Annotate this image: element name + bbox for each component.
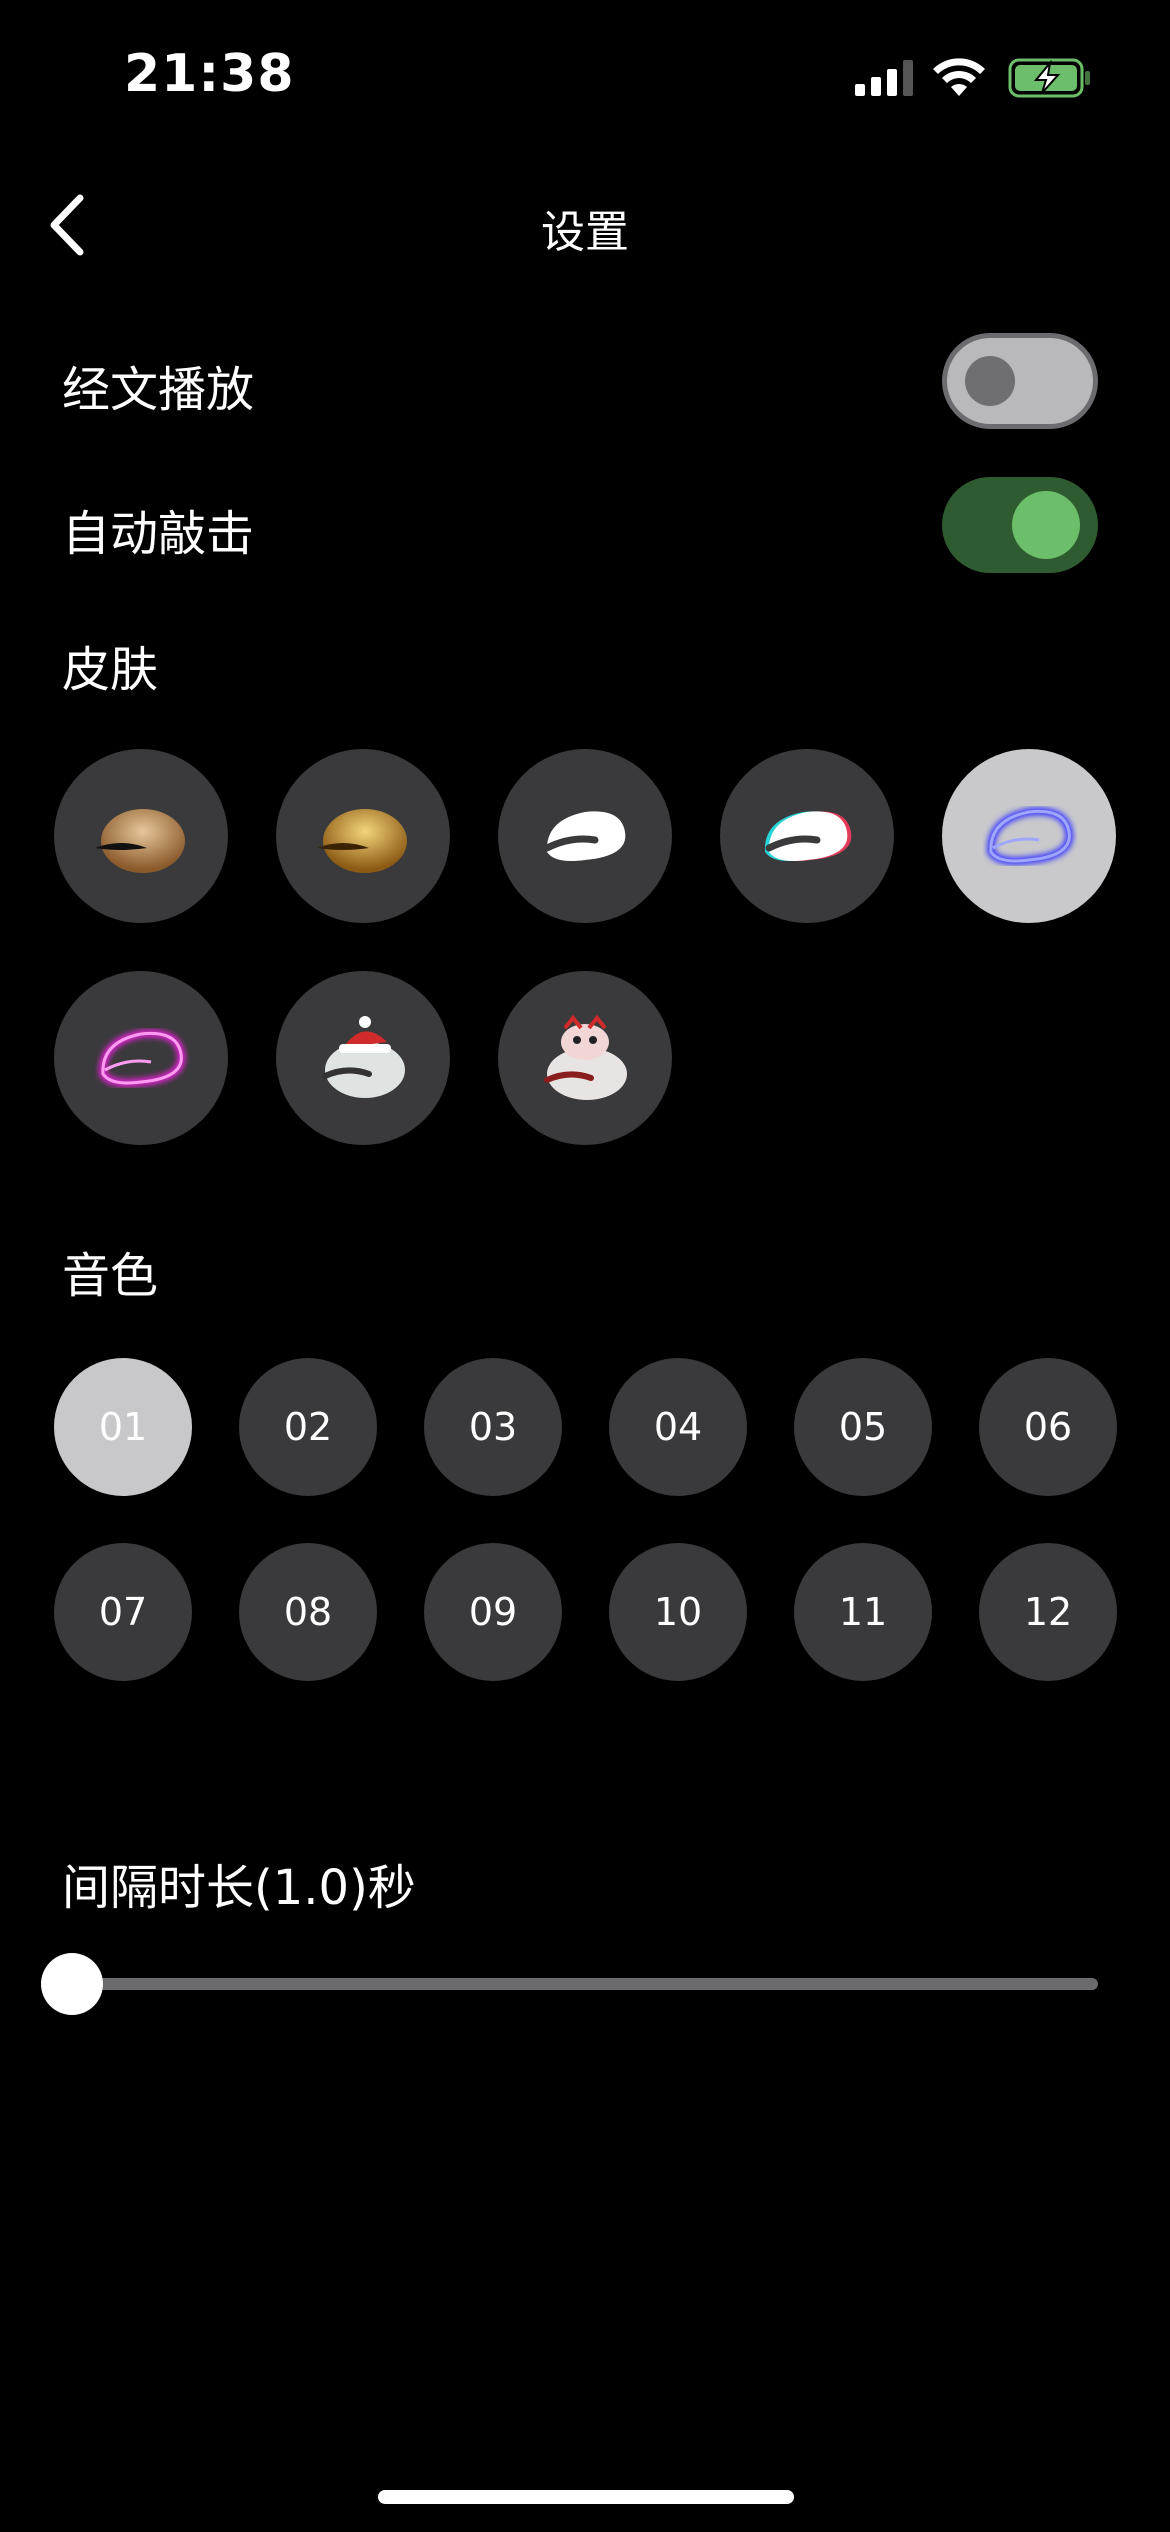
toggle-knob: [965, 356, 1015, 406]
wooden-fish-gold-icon: [317, 809, 407, 873]
wooden-fish-christmas-icon: [322, 1016, 405, 1098]
tone-option-04[interactable]: 04: [609, 1358, 747, 1496]
tone-option-12[interactable]: 12: [979, 1543, 1117, 1681]
skin-option-white[interactable]: [498, 749, 672, 923]
wooden-fish-glitch-icon: [764, 811, 852, 861]
skin-option-classic[interactable]: [54, 749, 228, 923]
auto-knock-label: 自动敲击: [62, 506, 255, 562]
tone-option-09[interactable]: 09: [424, 1543, 562, 1681]
page-title: 设置: [541, 207, 629, 258]
wooden-fish-classic-icon: [95, 809, 185, 873]
wooden-fish-neon-blue-icon: [986, 807, 1074, 865]
tone-option-02[interactable]: 02: [239, 1358, 377, 1496]
interval-label: 间隔时长(1.0)秒: [62, 1860, 416, 1916]
skin-option-christmas[interactable]: [276, 971, 450, 1145]
skin-option-neon-pink[interactable]: [54, 971, 228, 1145]
status-time: 21:38: [124, 44, 295, 104]
auto-knock-toggle[interactable]: [942, 477, 1098, 573]
wifi-icon: [933, 58, 985, 96]
battery-charging-icon: [1008, 58, 1090, 98]
tone-option-07[interactable]: 07: [54, 1543, 192, 1681]
interval-slider-thumb[interactable]: [41, 1953, 103, 2015]
interval-slider-track[interactable]: [70, 1978, 1098, 1990]
toggle-knob: [1012, 491, 1080, 559]
tone-option-06[interactable]: 06: [979, 1358, 1117, 1496]
skin-option-neon-blue[interactable]: [942, 749, 1116, 923]
skins-label: 皮肤: [62, 642, 159, 698]
tone-option-10[interactable]: 10: [609, 1543, 747, 1681]
tones-label: 音色: [62, 1248, 159, 1304]
skin-option-lion-dance[interactable]: [498, 971, 672, 1145]
tone-option-03[interactable]: 03: [424, 1358, 562, 1496]
cellular-signal-icon: [855, 60, 913, 96]
skin-option-gold[interactable]: [276, 749, 450, 923]
wooden-fish-lion-dance-icon: [544, 1014, 627, 1100]
tone-option-01[interactable]: 01: [54, 1358, 192, 1496]
wooden-fish-white-icon: [543, 811, 626, 861]
home-indicator: [378, 2490, 794, 2504]
scripture-play-toggle[interactable]: [942, 333, 1098, 429]
skin-option-glitch[interactable]: [720, 749, 894, 923]
wooden-fish-neon-pink-icon: [98, 1029, 186, 1087]
tone-option-08[interactable]: 08: [239, 1543, 377, 1681]
tone-option-05[interactable]: 05: [794, 1358, 932, 1496]
tone-option-11[interactable]: 11: [794, 1543, 932, 1681]
scripture-play-label: 经文播放: [62, 362, 255, 418]
